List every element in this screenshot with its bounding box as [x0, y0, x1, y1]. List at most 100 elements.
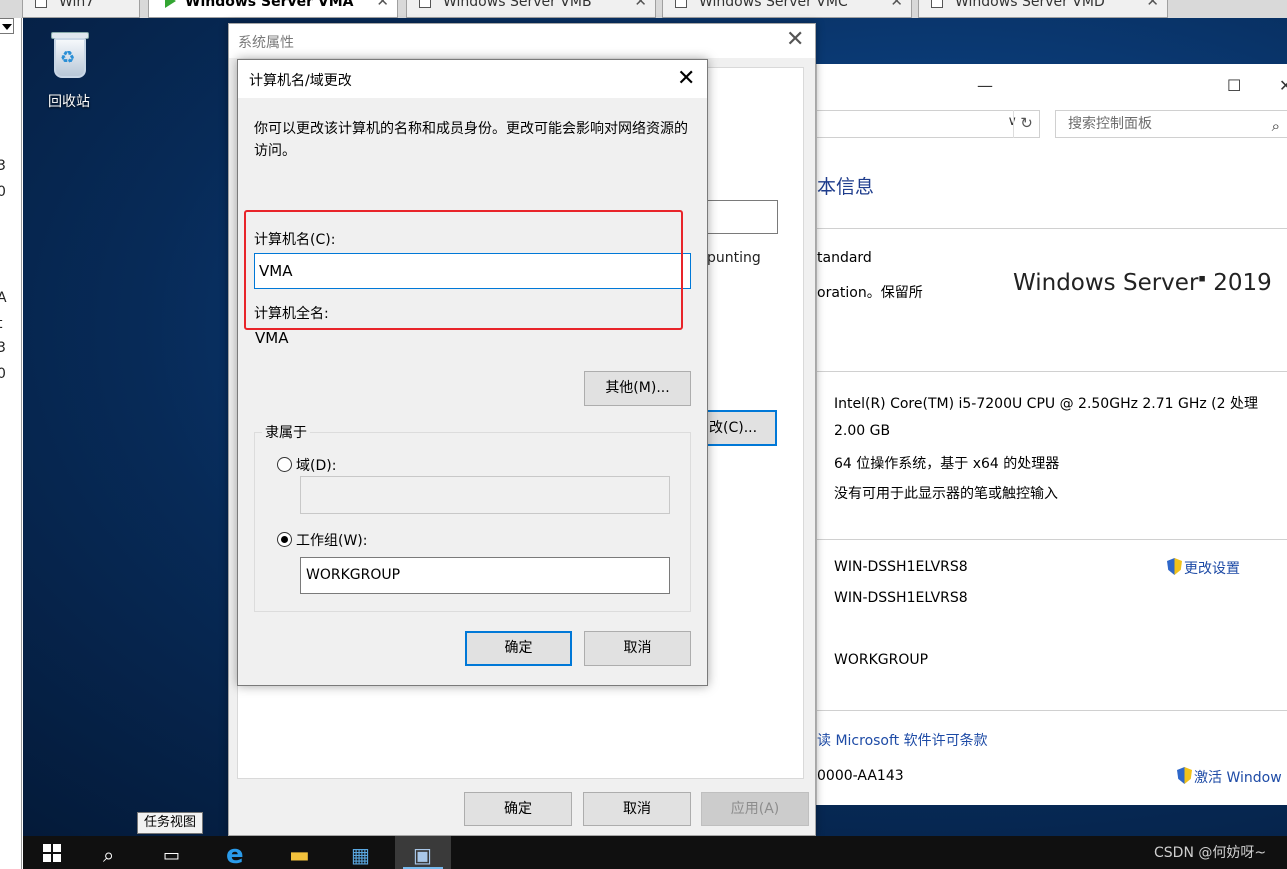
dialog-title: 计算机名/域更改: [249, 73, 352, 89]
host-text-fragment: 0: [0, 366, 6, 382]
vm-tab-vmc[interactable]: Windows Server VMC ✕: [662, 0, 912, 18]
apply-button[interactable]: 应用(A): [701, 792, 809, 826]
windows-server-logo: Windows Server▪ 2019: [1013, 270, 1272, 296]
domain-label: 域(D):: [296, 458, 337, 474]
dialog-description: 你可以更改该计算机的名称和成员身份。更改可能会影响对网络资源的访问。: [254, 121, 688, 159]
close-icon[interactable]: ✕: [1146, 0, 1159, 9]
internet-explorer-icon[interactable]: e: [208, 836, 264, 869]
cancel-button[interactable]: 取消: [583, 792, 691, 826]
dialog-titlebar: 系统属性 ✕: [229, 24, 815, 58]
workgroup-value: WORKGROUP: [834, 652, 929, 668]
vm-icon: [35, 0, 47, 8]
workgroup-radio[interactable]: [277, 532, 292, 547]
host-text-fragment: t: [0, 316, 3, 332]
server-manager-icon[interactable]: ▦: [333, 836, 389, 869]
vm-tab-label: Windows Server VMC: [699, 0, 848, 10]
maximize-icon[interactable]: ☐: [1227, 76, 1241, 95]
host-side-panel: 3 0 A t 3 0: [0, 18, 22, 869]
file-explorer-icon[interactable]: ▬: [271, 836, 327, 869]
host-text-fragment: 0: [0, 184, 6, 200]
search-icon[interactable]: ⌕: [85, 836, 141, 869]
control-panel-window: — ☐ ✕ ∨ ↻ 搜索控制面板 ⌕ 本信息 tandard oration。保…: [816, 64, 1287, 805]
shield-icon: [1167, 558, 1182, 575]
logo-text: Windows Server: [1013, 270, 1199, 296]
dropdown-arrow-icon[interactable]: [0, 18, 14, 34]
search-placeholder: 搜索控制面板: [1068, 116, 1152, 132]
vm-icon: [675, 0, 687, 8]
processor-value: Intel(R) Core(TM) i5-7200U CPU @ 2.50GHz…: [834, 396, 1259, 412]
search-icon[interactable]: ⌕: [1272, 113, 1280, 139]
license-terms-link[interactable]: 读 Microsoft 软件许可条款: [817, 730, 988, 750]
workgroup-label: 工作组(W):: [296, 533, 368, 549]
domain-input[interactable]: [300, 476, 670, 514]
start-icon[interactable]: [23, 836, 79, 869]
computer-name-dialog: 计算机名/域更改 ✕ 你可以更改该计算机的名称和成员身份。更改可能会影响对网络资…: [237, 59, 708, 686]
pen-touch-value: 没有可用于此显示器的笔或触控输入: [834, 486, 1058, 502]
close-icon[interactable]: ✕: [786, 27, 804, 52]
product-id-value: 0000-AA143: [817, 768, 904, 784]
more-button[interactable]: 其他(M)...: [584, 371, 691, 406]
divider: [817, 710, 1287, 711]
description-field[interactable]: [707, 200, 778, 234]
full-computer-name-value: WIN-DSSH1ELVRS8: [834, 590, 968, 606]
ok-button[interactable]: 确定: [465, 631, 572, 666]
domain-radio[interactable]: [277, 457, 292, 472]
vm-tab-bar: Win7 Windows Server VMA ✕ Windows Server…: [0, 0, 1287, 18]
member-of-label: 隶属于: [262, 422, 310, 442]
close-icon[interactable]: ✕: [376, 0, 389, 9]
vm-tab-label: Win7: [59, 0, 95, 10]
vm-tab-vmd[interactable]: Windows Server VMD ✕: [918, 0, 1168, 18]
cancel-button[interactable]: 取消: [584, 631, 691, 666]
dialog-titlebar: 计算机名/域更改 ✕: [238, 60, 707, 98]
full-name-value: VMA: [255, 329, 289, 347]
host-text-fragment: 3: [0, 158, 6, 174]
system-properties-icon[interactable]: ▣: [395, 836, 451, 869]
text-fragment: punting: [707, 250, 761, 266]
activate-label: 激活 Window: [1194, 770, 1282, 786]
vm-tab-win7[interactable]: Win7: [22, 0, 140, 18]
search-input[interactable]: 搜索控制面板 ⌕: [1055, 110, 1287, 138]
vm-icon: [419, 0, 431, 8]
vm-tab-label: Windows Server VMD: [955, 0, 1105, 10]
dialog-title: 系统属性: [238, 35, 294, 51]
recycle-bin-icon[interactable]: ♻: [48, 30, 92, 80]
vm-tab-vmb[interactable]: Windows Server VMB ✕: [406, 0, 656, 18]
activate-windows-link[interactable]: 激活 Window: [1177, 767, 1282, 787]
close-icon[interactable]: ✕: [890, 0, 903, 9]
change-settings-link[interactable]: 更改设置: [1167, 558, 1240, 578]
close-icon[interactable]: ✕: [677, 66, 695, 91]
vm-tab-label: Windows Server VMA: [185, 0, 354, 10]
host-text-fragment: A: [0, 290, 7, 306]
refresh-icon[interactable]: ↻: [1013, 110, 1039, 138]
change-button[interactable]: 改(C)...: [699, 410, 777, 446]
windows-edition: tandard: [817, 250, 872, 266]
minimize-icon[interactable]: —: [977, 76, 993, 95]
logo-year: 2019: [1213, 270, 1272, 296]
workgroup-input[interactable]: WORKGROUP: [300, 557, 670, 594]
divider: [817, 228, 1287, 229]
ok-button[interactable]: 确定: [464, 792, 572, 826]
taskbar: ⌕ ▭ e ▬ ▦ ▣: [23, 836, 1287, 869]
copyright-text: oration。保留所: [817, 285, 923, 301]
vm-running-icon: [165, 0, 176, 8]
ram-value: 2.00 GB: [834, 423, 891, 439]
highlight-box: [244, 210, 683, 330]
divider: [817, 371, 1287, 372]
computer-name-value: WIN-DSSH1ELVRS8: [834, 559, 968, 575]
recycle-bin-label: 回收站: [48, 94, 90, 110]
vm-tab-vma[interactable]: Windows Server VMA ✕: [148, 0, 398, 18]
change-settings-label: 更改设置: [1184, 561, 1240, 577]
page-title: 本信息: [817, 176, 875, 198]
vm-icon: [931, 0, 943, 8]
divider: [817, 539, 1287, 540]
address-bar[interactable]: ∨: [817, 110, 1040, 138]
system-type-value: 64 位操作系统，基于 x64 的处理器: [834, 456, 1060, 472]
watermark: CSDN @何妨呀~: [1154, 845, 1267, 861]
taskbar-tooltip: 任务视图: [137, 812, 204, 834]
host-text-fragment: 3: [0, 340, 6, 356]
shield-icon: [1177, 767, 1192, 784]
task-view-icon[interactable]: ▭: [143, 836, 199, 869]
vm-tab-label: Windows Server VMB: [443, 0, 592, 10]
close-icon[interactable]: ✕: [634, 0, 647, 9]
close-icon[interactable]: ✕: [1279, 76, 1287, 95]
